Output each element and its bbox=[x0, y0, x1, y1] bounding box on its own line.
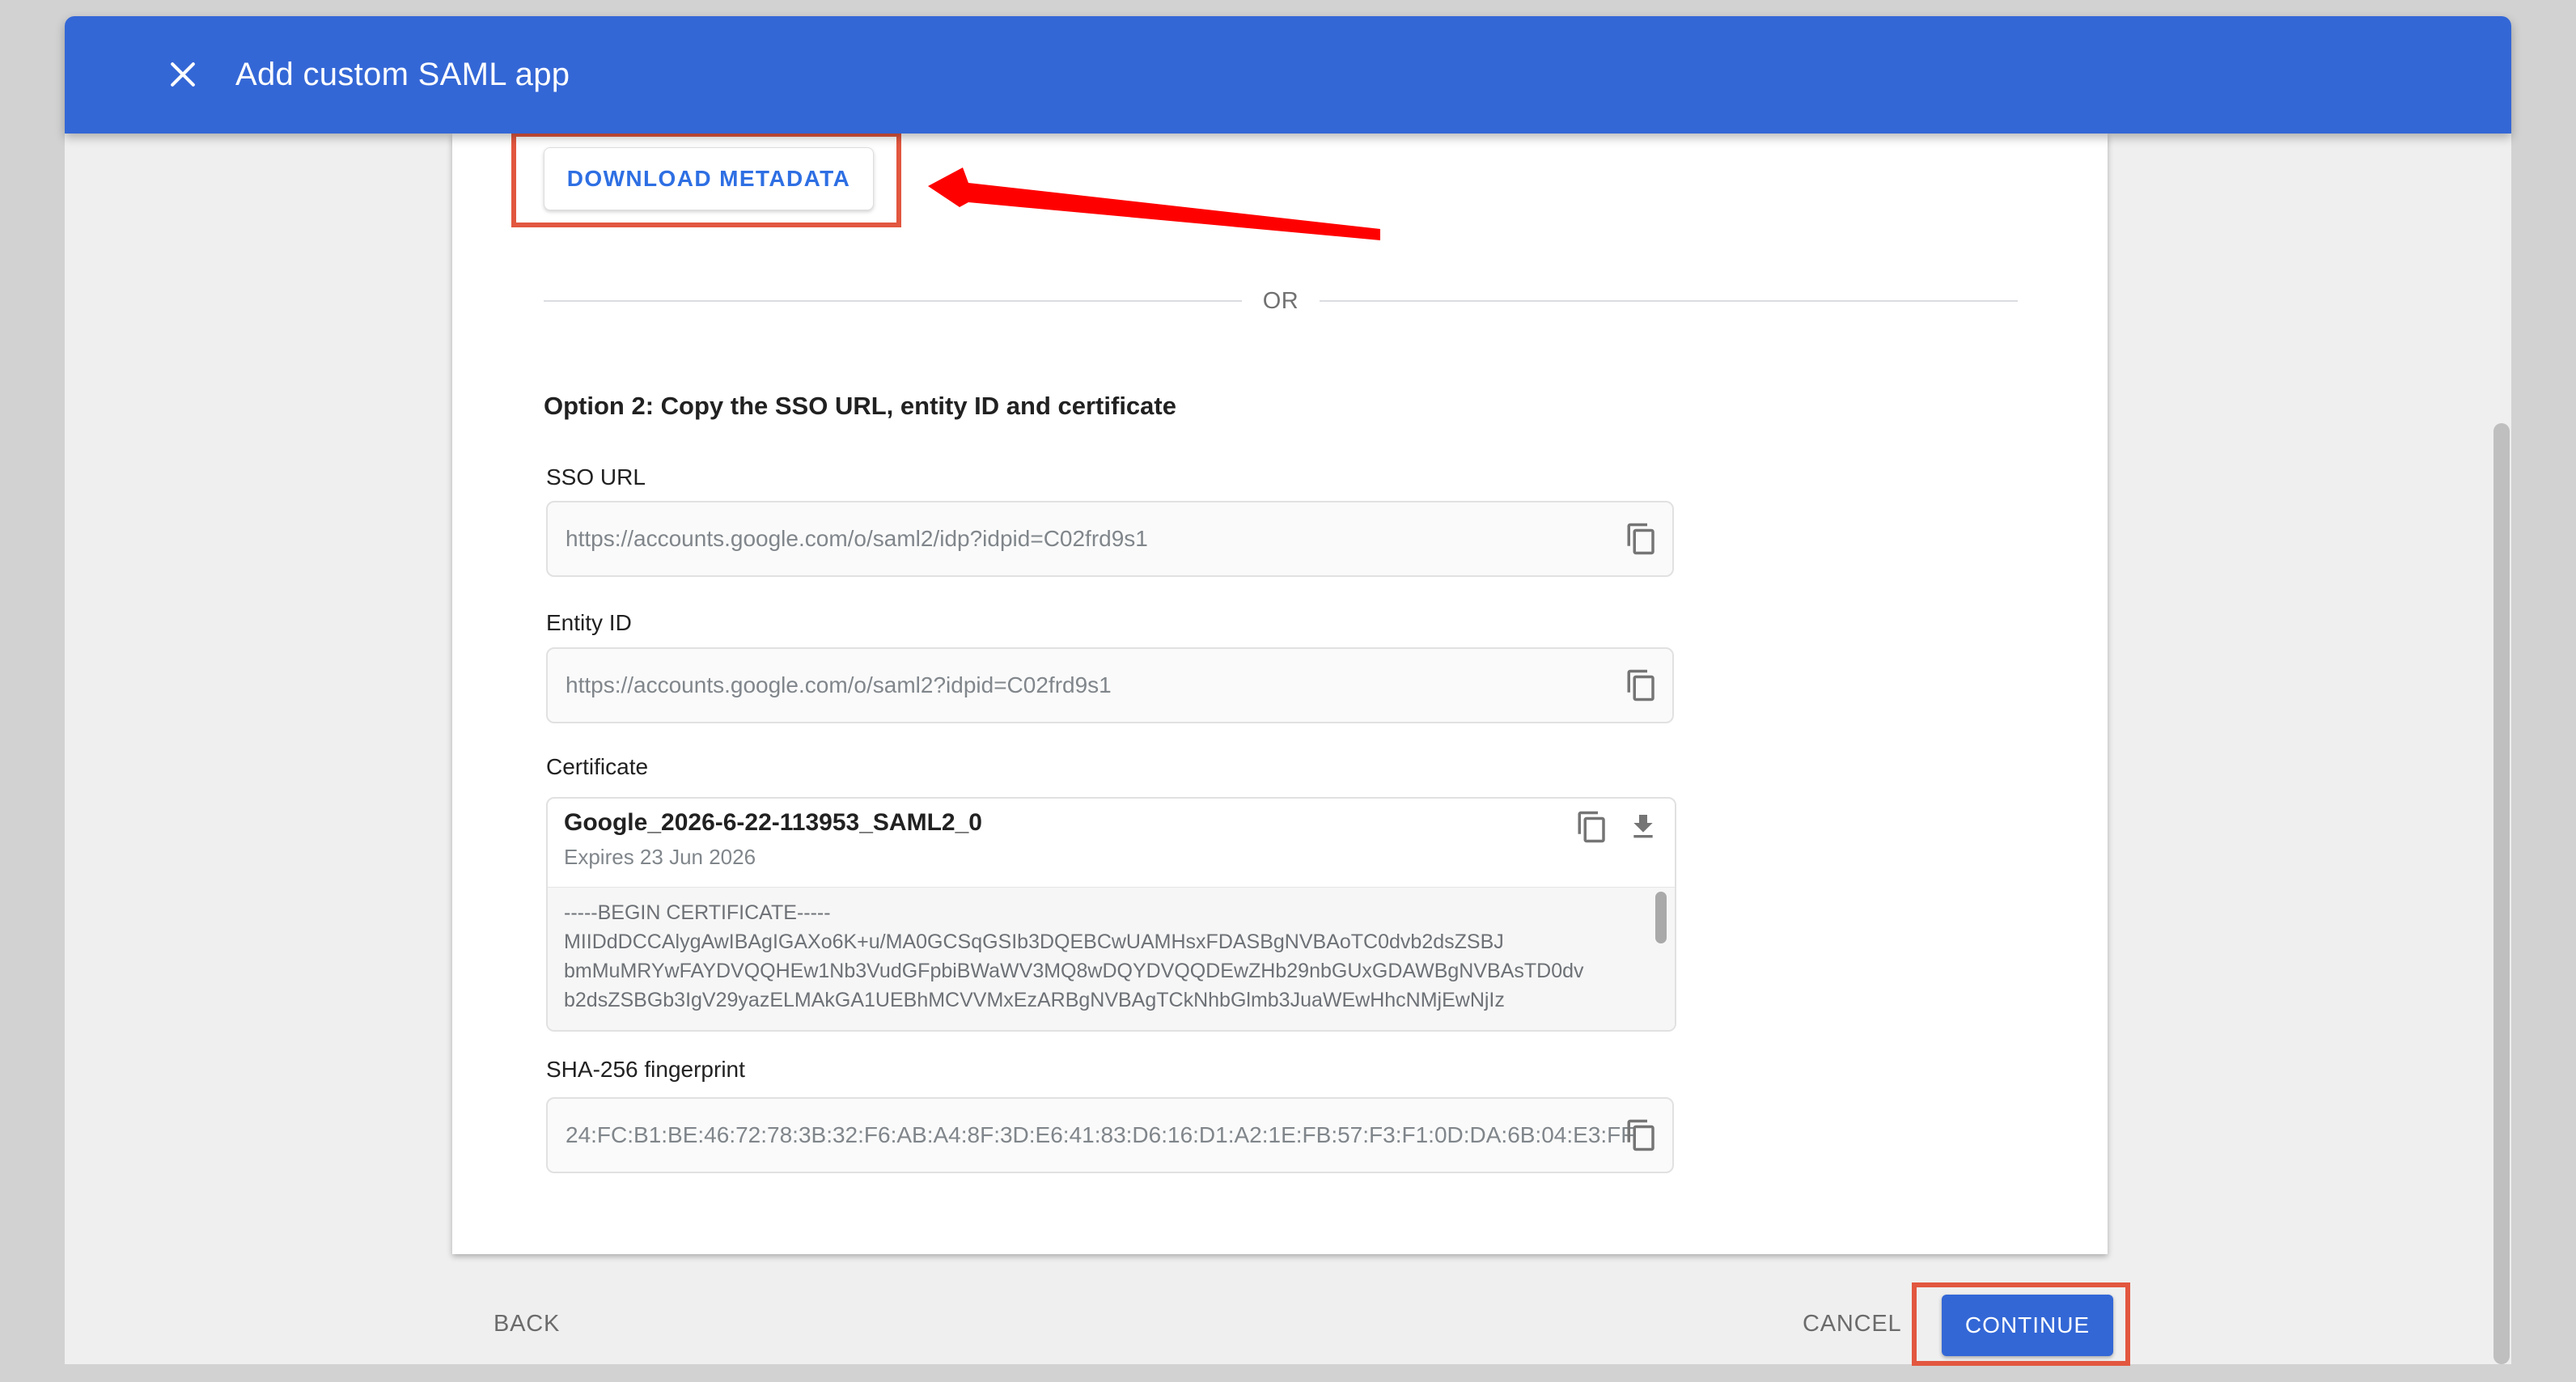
divider-label: OR bbox=[1242, 288, 1320, 315]
certificate-expiry: Expires 23 Jun 2026 bbox=[564, 845, 756, 870]
copy-icon bbox=[1625, 668, 1659, 702]
close-button[interactable] bbox=[163, 55, 202, 94]
close-icon bbox=[165, 57, 201, 92]
screen: Add custom SAML app DOWNLOAD METADATA OR… bbox=[0, 0, 2576, 1382]
pem-line: MIIDdDCCAlygAwIBAgIGAXo6K+u/MA0GCSqGSIb3… bbox=[564, 927, 1675, 956]
certificate-label: Certificate bbox=[546, 754, 648, 780]
sso-url-value: https://accounts.google.com/o/saml2/idp?… bbox=[566, 526, 1148, 552]
dialog-scrollbar-thumb[interactable] bbox=[2493, 423, 2510, 1364]
annotation-rect-download bbox=[511, 132, 901, 227]
copy-icon bbox=[1575, 810, 1609, 844]
dialog-header: Add custom SAML app bbox=[65, 16, 2511, 134]
entity-id-field: https://accounts.google.com/o/saml2?idpi… bbox=[546, 647, 1674, 723]
option2-heading: Option 2: Copy the SSO URL, entity ID an… bbox=[544, 392, 1176, 421]
entity-id-label: Entity ID bbox=[546, 610, 632, 636]
sha256-field: 24:FC:B1:BE:46:72:78:3B:32:F6:AB:A4:8F:3… bbox=[546, 1097, 1674, 1173]
back-button[interactable]: BACK bbox=[494, 1311, 560, 1337]
certificate-download-button[interactable] bbox=[1624, 808, 1663, 846]
sha256-value: 24:FC:B1:BE:46:72:78:3B:32:F6:AB:A4:8F:3… bbox=[566, 1122, 1634, 1148]
pem-line: bmMuMRYwFAYDVQQHEw1Nb3VudGFpbiBWaWV3MQ8w… bbox=[564, 956, 1675, 986]
download-icon bbox=[1627, 811, 1659, 843]
certificate-pem-box[interactable]: -----BEGIN CERTIFICATE----- MIIDdDCCAlyg… bbox=[548, 887, 1675, 1030]
sha256-copy-button[interactable] bbox=[1622, 1116, 1661, 1155]
pem-line: -----BEGIN CERTIFICATE----- bbox=[564, 898, 1675, 927]
sso-url-label: SSO URL bbox=[546, 464, 646, 490]
certificate-scrollbar-thumb[interactable] bbox=[1655, 892, 1667, 943]
cancel-button[interactable]: CANCEL bbox=[1803, 1311, 1901, 1337]
certificate-copy-button[interactable] bbox=[1573, 808, 1612, 846]
copy-icon bbox=[1625, 522, 1659, 556]
certificate-name: Google_2026-6-22-113953_SAML2_0 bbox=[564, 809, 982, 837]
entity-id-value: https://accounts.google.com/o/saml2?idpi… bbox=[566, 672, 1112, 698]
divider-line-right bbox=[1320, 300, 2018, 302]
entity-id-copy-button[interactable] bbox=[1622, 666, 1661, 705]
or-divider: OR bbox=[544, 285, 2018, 317]
sha256-label: SHA-256 fingerprint bbox=[546, 1057, 745, 1083]
pem-line: b2dsZSBGb3IgV29yazELMAkGA1UEBhMCVVMxEzAR… bbox=[564, 986, 1675, 1015]
divider-line-left bbox=[544, 300, 1242, 302]
annotation-rect-continue bbox=[1912, 1282, 2130, 1366]
sso-url-field: https://accounts.google.com/o/saml2/idp?… bbox=[546, 501, 1674, 577]
sso-url-copy-button[interactable] bbox=[1622, 519, 1661, 558]
dialog-title: Add custom SAML app bbox=[235, 16, 570, 134]
copy-icon bbox=[1625, 1118, 1659, 1152]
